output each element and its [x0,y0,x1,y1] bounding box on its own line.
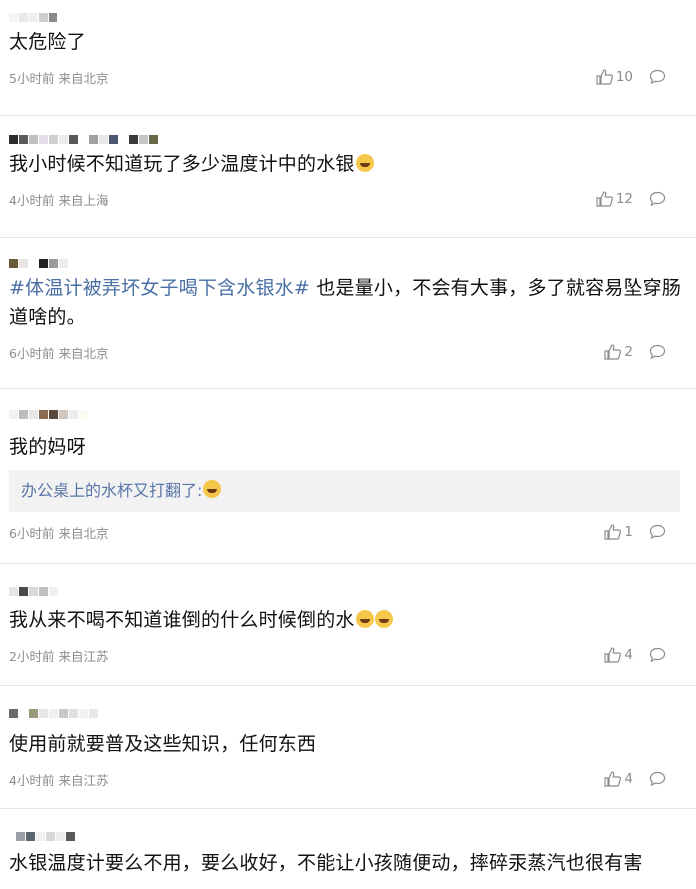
username-blurred[interactable] [9,704,688,722]
comment-item: 太危险了 5小时前 来自北京 10 [0,0,696,116]
comment-bubble-icon[interactable] [649,69,666,85]
username-blurred[interactable] [9,405,688,423]
crying-laughing-emoji [374,610,393,628]
comment-bubble-icon[interactable] [649,344,666,360]
like-button[interactable]: 4 [604,771,633,787]
crying-laughing-emoji [355,154,374,172]
comment-item: #体温计被弄坏女子喝下含水银水# 也是量小，不会有大事，多了就容易坠穿肠道啥的。… [0,238,696,389]
thumbs-up-icon [596,191,613,207]
comment-meta: 5小时前 来自北京 [9,70,109,86]
comment-bubble-icon[interactable] [649,191,666,207]
thumbs-up-icon [604,647,622,663]
comment-item: 我从来不喝不知道谁倒的什么时候倒的水 2小时前 来自江苏 4 [0,564,696,686]
username-blurred[interactable] [9,254,688,272]
comment-text: 水银温度计要么不用，要么收好，不能让小孩随便动，摔碎汞蒸汽也很有害 [9,852,643,874]
crying-laughing-emoji [355,610,374,628]
thumbs-up-icon [596,69,613,85]
quoted-reply[interactable]: 办公桌上的水杯又打翻了: [9,470,680,512]
comment-meta: 4小时前 来自上海 [9,192,109,208]
comment-bubble-icon[interactable] [649,647,666,663]
comment-text: 我的妈呀 [9,436,86,458]
username-blurred[interactable] [9,582,688,600]
comment-text: 太危险了 [9,31,86,53]
like-button[interactable]: 12 [596,191,633,207]
username-blurred[interactable] [9,8,688,26]
comment-meta: 2小时前 来自江苏 [9,648,109,664]
comment-text: 我从来不喝不知道谁倒的什么时候倒的水 [9,606,688,635]
comment-meta: 6小时前 来自北京 [9,345,109,361]
comment-text: 我小时候不知道玩了多少温度计中的水银 [9,150,688,179]
like-button[interactable]: 1 [604,524,633,540]
comment-item: 我小时候不知道玩了多少温度计中的水银 4小时前 来自上海 12 [0,116,696,238]
topic-hashtag-link[interactable]: #体温计被弄坏女子喝下含水银水# [9,277,310,299]
comment-text: #体温计被弄坏女子喝下含水银水# 也是量小，不会有大事，多了就容易坠穿肠道啥的。 [9,277,682,328]
thumbs-up-icon [604,524,622,540]
surprised-emoji [203,480,222,498]
comment-text: 使用前就要普及这些知识，任何东西 [9,733,317,755]
comment-meta: 6小时前 来自北京 [9,525,109,541]
thumbs-up-icon [604,771,622,787]
comment-bubble-icon[interactable] [649,524,666,540]
comment-bubble-icon[interactable] [649,771,666,787]
comment-meta: 4小时前 来自江苏 [9,772,109,788]
like-button[interactable]: 2 [604,344,633,360]
thumbs-up-icon [604,344,622,360]
comment-item: 我的妈呀 办公桌上的水杯又打翻了: 6小时前 来自北京 1 [0,389,696,564]
comment-item: 水银温度计要么不用，要么收好，不能让小孩随便动，摔碎汞蒸汽也很有害 [0,809,696,874]
username-blurred[interactable] [9,130,688,148]
like-button[interactable]: 4 [604,647,633,663]
username-blurred[interactable] [9,827,688,845]
comment-item: 使用前就要普及这些知识，任何东西 4小时前 来自江苏 4 [0,686,696,809]
like-button[interactable]: 10 [596,69,633,85]
